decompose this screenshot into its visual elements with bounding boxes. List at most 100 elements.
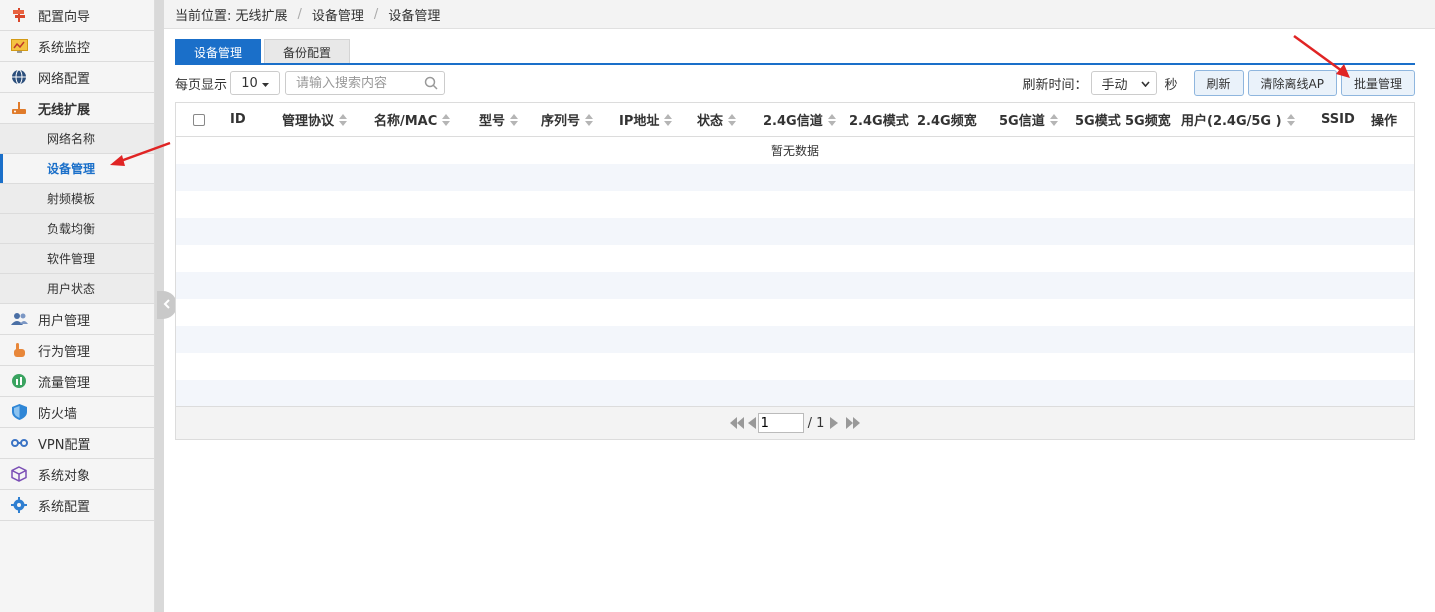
- col-serial[interactable]: 序列号: [525, 110, 603, 129]
- col-users[interactable]: 用户(2.4G/5G ): [1177, 110, 1309, 129]
- sub-item-network-name[interactable]: 网络名称: [0, 124, 154, 154]
- nav-label: 系统监控: [38, 40, 91, 56]
- nav-system-config[interactable]: 系统配置: [0, 490, 154, 521]
- col-label: 5G模式: [1075, 114, 1121, 129]
- col-label: 5G频宽: [1125, 114, 1171, 129]
- table-row: [176, 299, 1414, 326]
- last-page-icon[interactable]: [846, 417, 861, 429]
- col-model[interactable]: 型号: [463, 110, 525, 129]
- sort-icon[interactable]: [1286, 113, 1296, 126]
- sort-icon[interactable]: [585, 113, 594, 126]
- select-all-checkbox-cell: [176, 113, 216, 126]
- col-status[interactable]: 状态: [683, 110, 745, 129]
- nav-wireless-ext[interactable]: 无线扩展: [0, 93, 154, 124]
- sub-item-load-balance[interactable]: 负载均衡: [0, 214, 154, 244]
- breadcrumb-separator: /: [297, 6, 302, 22]
- search-icon[interactable]: [424, 76, 438, 94]
- col-label: 2.4G频宽: [917, 114, 977, 129]
- breadcrumb-level2[interactable]: 设备管理: [312, 5, 364, 24]
- nav-label: 无线扩展: [38, 102, 91, 118]
- table-row: [176, 326, 1414, 353]
- col-5g-channel[interactable]: 5G信道: [983, 110, 1063, 129]
- sort-icon[interactable]: [728, 113, 737, 126]
- hand-pointer-icon: [10, 341, 28, 359]
- page-size-dropdown[interactable]: 10: [230, 71, 281, 95]
- nav-label: 防火墙: [38, 406, 78, 422]
- sort-icon[interactable]: [827, 113, 837, 126]
- sub-item-rf-template[interactable]: 射频模板: [0, 184, 154, 214]
- col-label: 型号: [479, 114, 506, 129]
- tab-device-management[interactable]: 设备管理: [175, 39, 262, 64]
- router-icon: [10, 99, 28, 117]
- col-ip[interactable]: IP地址: [603, 110, 683, 129]
- shield-icon: [10, 403, 28, 421]
- device-table: ID 管理协议 名称/MAC 型号 序列号 IP地址 状态 2.4G信道 2.4…: [175, 102, 1415, 440]
- breadcrumb-separator: /: [373, 6, 379, 22]
- nav-vpn-config[interactable]: VPN配置: [0, 428, 154, 459]
- refresh-button[interactable]: 刷新: [1193, 70, 1244, 96]
- batch-management-button[interactable]: 批量管理: [1340, 70, 1415, 96]
- sort-icon[interactable]: [1049, 113, 1059, 126]
- nav-label: 行为管理: [38, 344, 91, 360]
- first-page-icon[interactable]: [729, 417, 744, 429]
- caret-down-icon: [261, 76, 269, 91]
- nav-firewall[interactable]: 防火墙: [0, 397, 154, 428]
- nav-behavior-management[interactable]: 行为管理: [0, 335, 154, 366]
- breadcrumb-level3: 设备管理: [388, 8, 441, 24]
- signpost-icon: [10, 6, 28, 24]
- tab-backup-config[interactable]: 备份配置: [264, 39, 351, 64]
- col-id[interactable]: ID: [216, 112, 266, 127]
- col-label: IP地址: [619, 114, 660, 129]
- col-label: 操作: [1371, 114, 1398, 129]
- col-24g-bandwidth[interactable]: 2.4G频宽: [911, 110, 983, 129]
- sub-item-user-status[interactable]: 用户状态: [0, 274, 154, 304]
- next-page-icon[interactable]: [830, 417, 839, 429]
- nav-traffic-management[interactable]: 流量管理: [0, 366, 154, 397]
- nav-network-config[interactable]: 网络配置: [0, 62, 154, 93]
- table-row: [176, 218, 1414, 245]
- col-24g-channel[interactable]: 2.4G信道: [745, 110, 841, 129]
- nav-label: VPN配置: [38, 437, 91, 453]
- prev-page-icon[interactable]: [747, 417, 756, 429]
- col-actions: 操作: [1367, 110, 1407, 129]
- nav-user-management[interactable]: 用户管理: [0, 304, 154, 335]
- main-content: 当前位置: 无线扩展 / 设备管理 / 设备管理 设备管理 备份配置 每页显示 …: [164, 0, 1435, 612]
- sort-icon[interactable]: [442, 113, 451, 126]
- table-header: ID 管理协议 名称/MAC 型号 序列号 IP地址 状态 2.4G信道 2.4…: [176, 103, 1414, 137]
- select-all-checkbox[interactable]: [193, 113, 205, 126]
- sort-icon[interactable]: [339, 113, 348, 126]
- sub-label: 用户状态: [47, 282, 96, 296]
- nav-config-wizard[interactable]: 配置向导: [0, 0, 154, 31]
- nav-system-monitor[interactable]: 系统监控: [0, 31, 154, 62]
- col-24g-mode[interactable]: 2.4G模式: [841, 110, 911, 129]
- page-size-value: 10: [241, 75, 258, 91]
- clear-offline-ap-button[interactable]: 清除离线AP: [1247, 70, 1337, 96]
- chevron-down-icon: [1140, 76, 1150, 91]
- search-box[interactable]: [285, 71, 446, 95]
- sort-icon[interactable]: [664, 113, 673, 126]
- col-name-mac[interactable]: 名称/MAC: [358, 110, 463, 129]
- col-label: 5G信道: [999, 114, 1045, 129]
- sub-item-device-management[interactable]: 设备管理: [0, 154, 154, 184]
- col-5g-bandwidth[interactable]: 5G频宽: [1121, 110, 1177, 129]
- table-row: 暂无数据: [176, 137, 1414, 164]
- page-number-input[interactable]: [757, 413, 804, 433]
- col-label: 序列号: [541, 114, 581, 129]
- col-label: 状态: [697, 114, 724, 129]
- col-label: 2.4G模式: [849, 114, 909, 129]
- sort-icon[interactable]: [510, 113, 519, 126]
- search-input[interactable]: [296, 75, 417, 91]
- nav-system-objects[interactable]: 系统对象: [0, 459, 154, 490]
- col-ssid[interactable]: SSID: [1309, 112, 1367, 127]
- table-toolbar: 每页显示 10 刷新时间： 手动 秒 刷新 清除离线AP 批量管理: [175, 70, 1415, 96]
- globe-network-icon: [10, 68, 28, 86]
- col-label: 用户(2.4G/5G ): [1181, 114, 1282, 129]
- col-5g-mode[interactable]: 5G模式: [1063, 110, 1121, 129]
- vpn-link-icon: [10, 434, 28, 452]
- sub-label: 软件管理: [47, 252, 96, 266]
- refresh-mode-select[interactable]: 手动: [1090, 71, 1157, 95]
- col-protocol[interactable]: 管理协议: [266, 110, 358, 129]
- breadcrumb: 当前位置: 无线扩展 / 设备管理 / 设备管理: [164, 0, 1435, 29]
- sub-item-software-management[interactable]: 软件管理: [0, 244, 154, 274]
- table-row: [176, 164, 1414, 191]
